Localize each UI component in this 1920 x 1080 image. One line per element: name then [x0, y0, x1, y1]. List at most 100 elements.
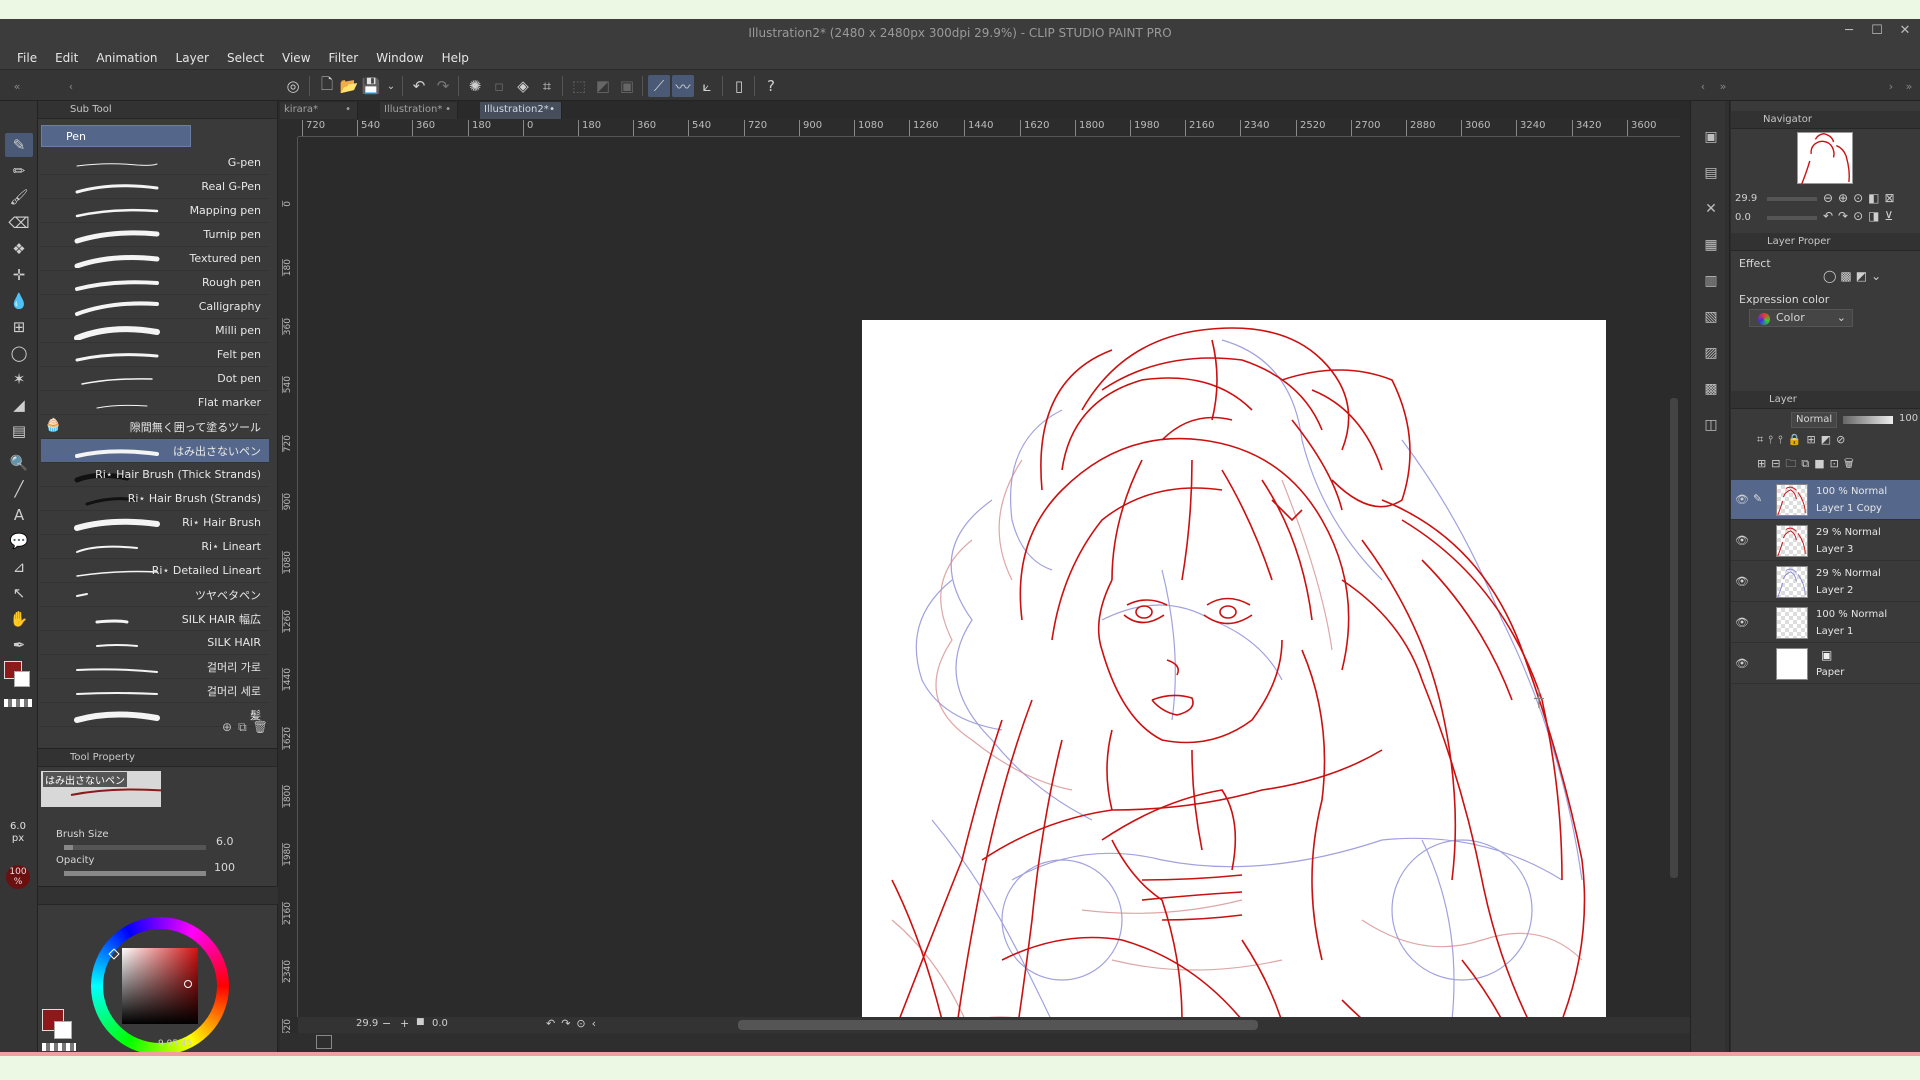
- brush-item[interactable]: Ri⋆ Hair Brush: [41, 511, 269, 535]
- material-dock-icon-5[interactable]: ▨: [1699, 341, 1723, 365]
- layer-opacity-value[interactable]: 100: [1899, 413, 1918, 424]
- visibility-eye-icon[interactable]: 👁: [1735, 575, 1749, 588]
- navigator-rotate-controls[interactable]: ↶↷⊙◨⊻: [1823, 209, 1898, 223]
- text-tool-icon[interactable]: A: [5, 503, 33, 527]
- maximize-button[interactable]: ☐: [1870, 23, 1884, 41]
- navigator-zoom-controls[interactable]: ⊖⊕⊙◧⊠: [1823, 191, 1900, 205]
- fill-tool-icon[interactable]: ◢: [5, 393, 33, 417]
- eraser-tool-icon[interactable]: ⌫: [5, 211, 33, 235]
- navigator-dock-icon[interactable]: ▣: [1699, 125, 1723, 149]
- correct-line-tool-icon[interactable]: ↖: [5, 581, 33, 605]
- blend-tool-icon[interactable]: 💧: [5, 289, 33, 313]
- clip-studio-icon[interactable]: ◎: [282, 75, 304, 97]
- canvas-area[interactable]: ┼: [298, 138, 1680, 1052]
- snap-special-ruler-icon[interactable]: 〰: [672, 75, 694, 97]
- gradient-tool-icon[interactable]: ▤: [5, 419, 33, 443]
- brush-item[interactable]: Textured pen: [41, 247, 269, 271]
- layer-options-row1[interactable]: ⌗⫯⫯🔒⊞◩⊘: [1757, 433, 1850, 447]
- wheel-sub-color-swatch[interactable]: [54, 1021, 72, 1039]
- sub-view-dock-icon[interactable]: ▤: [1699, 161, 1723, 185]
- brush-item[interactable]: Milli pen: [41, 319, 269, 343]
- layer-row[interactable]: 👁 ✎ 100 % Normal Layer 1 Copy: [1731, 480, 1920, 520]
- rotate-controls[interactable]: ↶↷⊙‹: [546, 1017, 602, 1030]
- show-selection-icon[interactable]: ▣: [616, 75, 638, 97]
- menu-view[interactable]: View: [273, 51, 319, 65]
- brush-item[interactable]: Ri⋆ Hair Brush (Strands): [41, 487, 269, 511]
- close-button[interactable]: ✕: [1898, 23, 1912, 41]
- menu-layer[interactable]: Layer: [167, 51, 218, 65]
- wheel-transparent-icon[interactable]: [42, 1043, 76, 1051]
- menu-help[interactable]: Help: [433, 51, 478, 65]
- balloon-tool-icon[interactable]: 💬: [5, 529, 33, 553]
- brush-item[interactable]: 걸머리 세로: [41, 679, 269, 703]
- brush-size-slider[interactable]: [64, 845, 206, 850]
- opacity-indicator[interactable]: 100 %: [6, 865, 30, 889]
- frame-tool-icon[interactable]: ⊿: [5, 555, 33, 579]
- tab-illustration[interactable]: Illustration* •: [380, 102, 458, 119]
- undo-icon[interactable]: ↶: [408, 75, 430, 97]
- companion-mode-icon[interactable]: ▯: [728, 75, 750, 97]
- brush-item[interactable]: Ri⋆ Detailed Lineart: [41, 559, 269, 583]
- brush-item[interactable]: はみ出さないペン: [41, 439, 269, 463]
- navigator-angle-slider[interactable]: [1767, 216, 1817, 220]
- material-dock-icon-3[interactable]: ▥: [1699, 269, 1723, 293]
- layer-options-row2[interactable]: ⊞⊟🗀⧉■⊡🗑: [1757, 455, 1859, 474]
- brush-item[interactable]: 🧁 隙間無く囲って塗るツール: [41, 415, 269, 439]
- layer-row[interactable]: 👁 100 % Normal Layer 1: [1731, 603, 1920, 643]
- visibility-eye-icon[interactable]: 👁: [1735, 657, 1749, 670]
- tab-close-icon[interactable]: •: [549, 104, 555, 115]
- brush-item[interactable]: G-pen: [41, 151, 269, 175]
- open-file-icon[interactable]: 📂: [338, 75, 360, 97]
- collapse-right-icon[interactable]: »: [1712, 75, 1734, 97]
- menu-file[interactable]: File: [8, 51, 46, 65]
- minimize-button[interactable]: ─: [1842, 23, 1856, 41]
- panel-toggle-icon[interactable]: [316, 1035, 332, 1049]
- visibility-eye-icon[interactable]: 👁: [1735, 534, 1749, 547]
- clear-icon[interactable]: ▫: [488, 75, 510, 97]
- transparent-color-icon[interactable]: [4, 699, 32, 707]
- line-tool-icon[interactable]: ╱: [5, 477, 33, 501]
- save-icon[interactable]: 💾: [360, 75, 382, 97]
- auto-select-tool-icon[interactable]: ✶: [5, 367, 33, 391]
- decoration-tool-icon[interactable]: ❖: [5, 237, 33, 261]
- help-icon[interactable]: ?: [760, 75, 782, 97]
- menu-select[interactable]: Select: [218, 51, 273, 65]
- opacity-value[interactable]: 100: [214, 861, 235, 874]
- zoom-out-icon[interactable]: −: [382, 1017, 391, 1030]
- duplicate-subtool-icon[interactable]: ⧉: [238, 720, 253, 734]
- fit-icon[interactable]: ■: [416, 1017, 425, 1027]
- vertical-scrollbar[interactable]: [1670, 398, 1678, 878]
- snap-grid-icon[interactable]: ⟀: [696, 75, 718, 97]
- blend-mode-select[interactable]: Normal: [1791, 412, 1837, 428]
- brush-item[interactable]: Turnip pen: [41, 223, 269, 247]
- visibility-eye-icon[interactable]: 👁: [1735, 493, 1749, 506]
- brush-item[interactable]: 걸머리 가로: [41, 655, 269, 679]
- navigator-angle[interactable]: 0.0: [1735, 212, 1751, 223]
- brush-item[interactable]: ツヤベタペン: [41, 583, 269, 607]
- brush-item[interactable]: Felt pen: [41, 343, 269, 367]
- horizontal-scrollbar[interactable]: [738, 1020, 1258, 1030]
- navigator-zoom[interactable]: 29.9: [1735, 193, 1757, 204]
- brush-item[interactable]: Rough pen: [41, 271, 269, 295]
- layer-opacity-slider[interactable]: [1843, 416, 1893, 424]
- brush-item[interactable]: Mapping pen: [41, 199, 269, 223]
- brush-item[interactable]: Real G-Pen: [41, 175, 269, 199]
- brush-item[interactable]: SILK HAIR: [41, 631, 269, 655]
- material-dock-icon-2[interactable]: ▦: [1699, 233, 1723, 257]
- hand-tool-icon[interactable]: ✋: [5, 607, 33, 631]
- lasso-tool-icon[interactable]: ◯: [5, 341, 33, 365]
- sub-tool-group-pen[interactable]: Pen: [41, 125, 191, 147]
- invert-selection-icon[interactable]: ◩: [592, 75, 614, 97]
- brush-tool-icon[interactable]: 🖌: [5, 185, 33, 209]
- status-angle[interactable]: 0.0: [432, 1018, 448, 1029]
- sub-color-swatch[interactable]: [14, 671, 30, 687]
- brush-item[interactable]: Calligraphy: [41, 295, 269, 319]
- tab-kirara[interactable]: kirara* •: [280, 102, 358, 119]
- pencil-tool-icon[interactable]: ✏: [5, 159, 33, 183]
- airbrush-tool-icon[interactable]: ✛: [5, 263, 33, 287]
- collapse-left-icon[interactable]: «: [6, 75, 28, 97]
- menu-window[interactable]: Window: [367, 51, 432, 65]
- navigator-zoom-slider[interactable]: [1767, 197, 1817, 201]
- navigator-preview[interactable]: [1797, 132, 1853, 186]
- add-subtool-icon[interactable]: ⊕: [222, 720, 238, 734]
